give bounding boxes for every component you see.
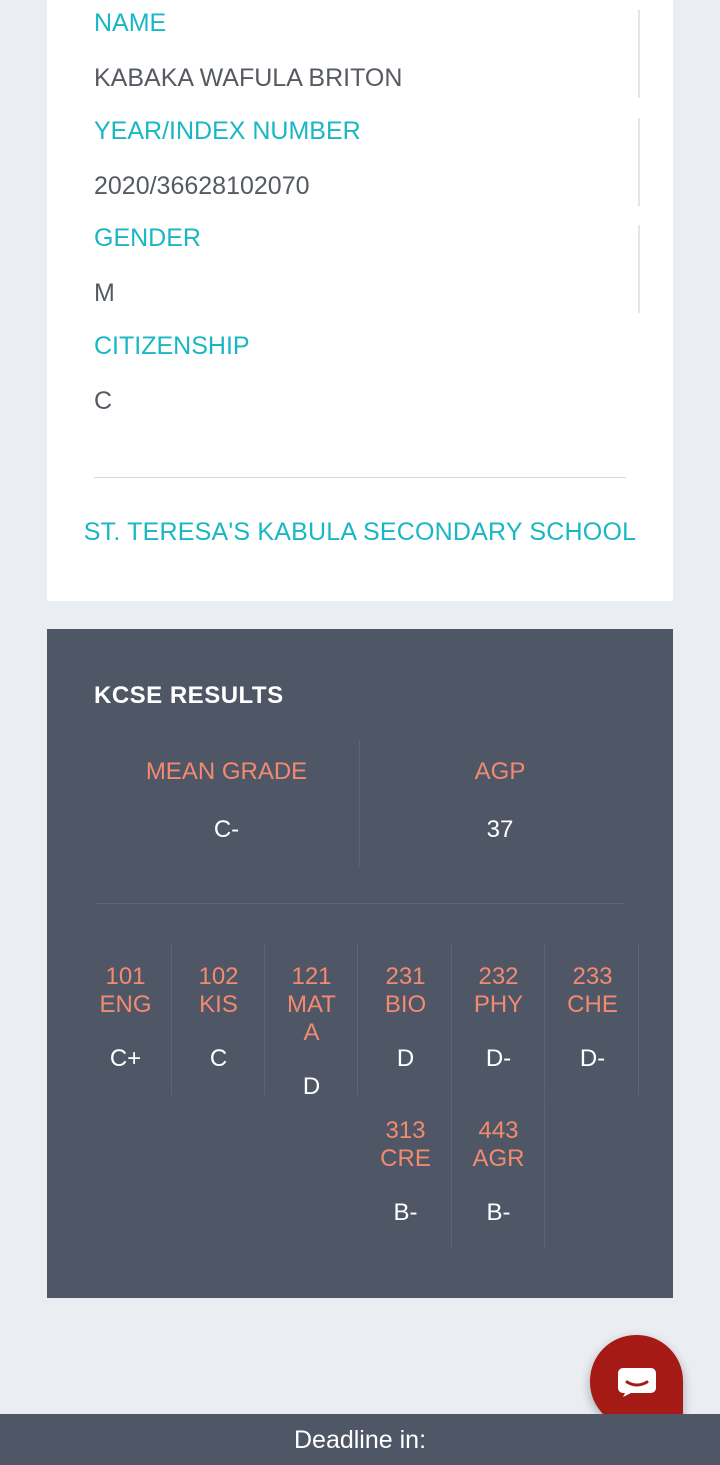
subject-name-wrap: A — [303, 1019, 320, 1046]
gender-field: GENDER M — [94, 216, 639, 316]
citizenship-field: CITIZENSHIP C — [94, 324, 639, 424]
index-value: 2020/36628102070 — [94, 172, 310, 200]
deadline-footer: Deadline in: — [0, 1414, 720, 1465]
subject-card: 102 KIS C — [172, 943, 265, 1115]
subject-grade: D — [396, 1045, 415, 1072]
mean-grade-label: MEAN GRADE — [145, 758, 308, 785]
subject-card: 121 MAT A D — [265, 943, 358, 1115]
divider — [357, 943, 358, 1095]
gender-label: GENDER — [94, 224, 201, 252]
school-name: ST. TERESA'S KABULA SECONDARY SCHOOL — [83, 518, 637, 546]
subject-card: 231 BIO D — [359, 943, 452, 1115]
divider — [638, 10, 640, 98]
subject-code: 233 — [572, 963, 613, 990]
agp-summary: AGP 37 — [360, 740, 640, 866]
divider — [544, 943, 545, 1095]
divider — [94, 477, 626, 478]
subject-code: 231 — [385, 963, 426, 990]
name-label: NAME — [94, 9, 167, 37]
agp-value: 37 — [486, 816, 514, 843]
subject-grade: B- — [393, 1199, 418, 1226]
subject-code: 101 — [105, 963, 146, 990]
kcse-results-card: KCSE RESULTS MEAN GRADE C- AGP 37 101 EN… — [47, 629, 673, 1298]
subject-grade: C — [209, 1045, 228, 1072]
subject-code: 121 — [291, 963, 332, 990]
name-value: KABAKA WAFULA BRITON — [94, 64, 403, 92]
name-field: NAME KABAKA WAFULA BRITON — [94, 0, 639, 100]
subject-card: 443 AGR B- — [452, 1097, 545, 1249]
subject-name: PHY — [473, 991, 524, 1018]
divider — [638, 943, 639, 1095]
subject-card: 232 PHY D- — [452, 943, 545, 1115]
divider — [638, 118, 640, 206]
gender-value: M — [94, 279, 115, 307]
subject-grade: C+ — [109, 1045, 142, 1072]
citizenship-label: CITIZENSHIP — [94, 332, 250, 360]
student-info-card: NAME KABAKA WAFULA BRITON YEAR/INDEX NUM… — [47, 0, 673, 601]
citizenship-value: C — [94, 387, 113, 415]
subject-grade: D- — [485, 1045, 512, 1072]
chat-bubble-icon — [618, 1368, 656, 1397]
index-field: YEAR/INDEX NUMBER 2020/36628102070 — [94, 108, 639, 208]
subject-code: 313 — [385, 1117, 426, 1144]
subject-code: 232 — [478, 963, 519, 990]
mean-grade-value: C- — [213, 816, 240, 843]
deadline-label: Deadline in: — [293, 1426, 427, 1454]
divider — [544, 1097, 545, 1249]
subject-name: ENG — [99, 991, 152, 1018]
subject-code: 443 — [478, 1117, 519, 1144]
subject-name: CHE — [567, 991, 618, 1018]
subject-grade: D — [302, 1073, 321, 1100]
mean-grade-summary: MEAN GRADE C- — [94, 740, 359, 866]
subject-name: CRE — [380, 1145, 431, 1172]
divider — [638, 225, 640, 313]
subject-name: MAT — [287, 991, 336, 1018]
subject-name: AGR — [472, 1145, 525, 1172]
subject-card: 313 CRE B- — [359, 1097, 452, 1249]
subject-card: 101 ENG C+ — [79, 943, 172, 1115]
subject-grade: D- — [579, 1045, 606, 1072]
subject-name: KIS — [199, 991, 238, 1018]
results-title: KCSE RESULTS — [94, 682, 284, 709]
subject-name: BIO — [384, 991, 427, 1018]
subject-grade: B- — [486, 1199, 511, 1226]
subject-card: 233 CHE D- — [546, 943, 639, 1115]
index-label: YEAR/INDEX NUMBER — [94, 117, 361, 145]
agp-label: AGP — [474, 758, 526, 785]
divider — [96, 903, 625, 904]
subject-code: 102 — [198, 963, 239, 990]
